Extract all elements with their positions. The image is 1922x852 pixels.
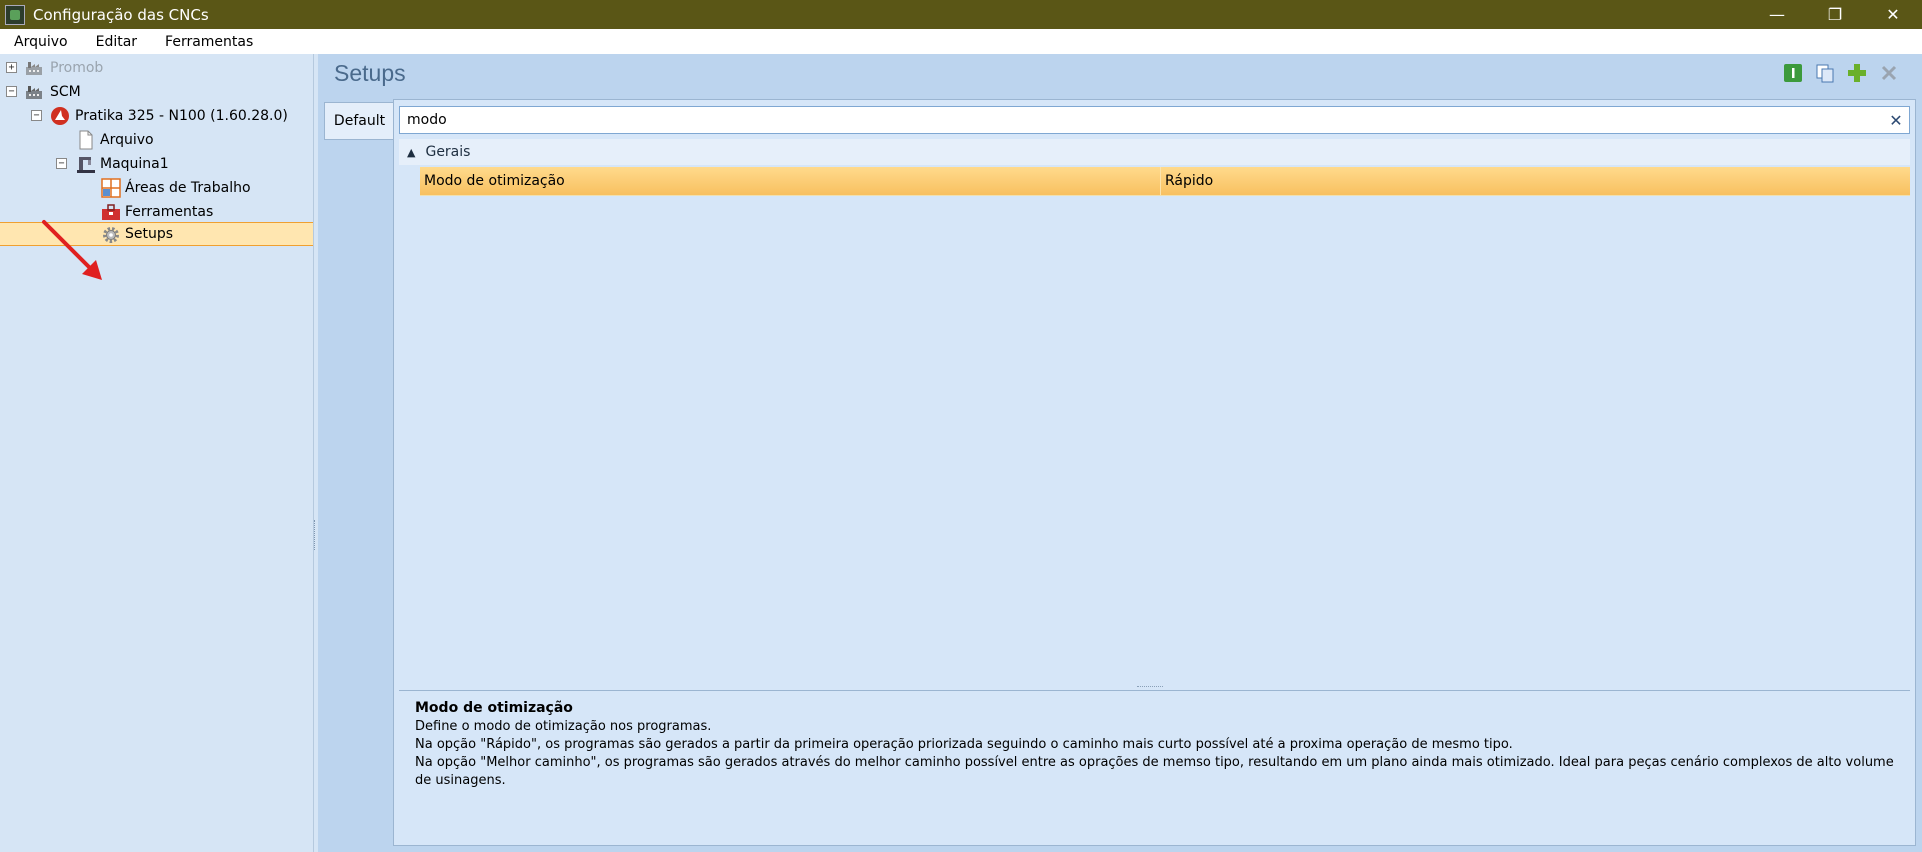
description-panel: Modo de otimização Define o modo de otim… bbox=[399, 686, 1910, 838]
tree-item-label: Maquina1 bbox=[100, 156, 169, 172]
group-label: Gerais bbox=[425, 144, 471, 160]
copy-icon bbox=[1816, 64, 1834, 83]
tree-item-label: Pratika 325 - N100 (1.60.28.0) bbox=[75, 108, 288, 124]
info-button[interactable] bbox=[1782, 62, 1804, 84]
tree-item-promob[interactable]: + Promob bbox=[0, 56, 313, 80]
tree-item-scm[interactable]: − SCM bbox=[0, 80, 313, 104]
page-title: Setups bbox=[334, 60, 406, 86]
tree-item-arquivo[interactable]: Arquivo bbox=[0, 128, 313, 152]
copy-button[interactable] bbox=[1814, 62, 1836, 84]
tab-default[interactable]: Default bbox=[324, 102, 394, 140]
close-icon bbox=[1881, 65, 1897, 81]
chevron-up-icon[interactable]: ▲ bbox=[407, 146, 415, 159]
add-button[interactable] bbox=[1846, 62, 1868, 84]
info-icon bbox=[1784, 64, 1802, 82]
tree-item-label: Arquivo bbox=[100, 132, 154, 148]
collapse-icon[interactable]: − bbox=[6, 86, 17, 97]
collapse-icon[interactable]: − bbox=[31, 110, 42, 121]
toolbar bbox=[1782, 62, 1900, 84]
tree-item-label: Ferramentas bbox=[125, 204, 214, 220]
app-icon bbox=[5, 4, 25, 25]
tree-item-maquina1[interactable]: − Maquina1 bbox=[0, 152, 313, 176]
clear-search-icon[interactable]: ✕ bbox=[1883, 111, 1909, 130]
expand-icon[interactable]: + bbox=[6, 62, 17, 73]
resize-handle[interactable] bbox=[1137, 686, 1163, 690]
menu-ferramentas[interactable]: Ferramentas bbox=[151, 34, 267, 50]
menu-editar[interactable]: Editar bbox=[82, 34, 151, 50]
description-line: Na opção "Rápido", os programas são gera… bbox=[415, 737, 1513, 752]
group-header[interactable]: ▲ Gerais bbox=[399, 139, 1910, 165]
description-title: Modo de otimização bbox=[415, 700, 573, 716]
collapse-icon[interactable]: − bbox=[56, 158, 67, 169]
tree-item-label: Setups bbox=[125, 226, 174, 242]
property-panel: ✕ ▲ Gerais Modo de otimização Rápido Mod… bbox=[393, 99, 1916, 846]
window-title: Configuração das CNCs bbox=[33, 5, 209, 24]
factory-icon bbox=[26, 62, 42, 75]
file-icon bbox=[79, 130, 93, 150]
menu-arquivo[interactable]: Arquivo bbox=[0, 34, 82, 50]
tree-item-label: Áreas de Trabalho bbox=[125, 180, 251, 196]
factory-icon bbox=[26, 86, 42, 99]
grid-layout-icon bbox=[101, 178, 121, 198]
tree-item-label: SCM bbox=[50, 84, 81, 100]
search-box: ✕ bbox=[399, 106, 1910, 134]
plus-icon bbox=[1848, 64, 1866, 82]
tree-panel: + Promob − SCM − Pratika 325 - N100 (1.6… bbox=[0, 54, 314, 852]
machine-logo-icon bbox=[51, 107, 69, 125]
machine-icon bbox=[77, 157, 95, 173]
close-button[interactable]: ✕ bbox=[1864, 0, 1922, 29]
property-row[interactable]: Modo de otimização Rápido bbox=[420, 167, 1910, 196]
search-input[interactable] bbox=[405, 108, 1883, 132]
content-area: Setups Default ✕ ▲ Gerais Modo de otimiz… bbox=[318, 54, 1922, 852]
title-bar: Configuração das CNCs — ❐ ✕ bbox=[0, 0, 1922, 29]
annotation-arrow-icon bbox=[42, 220, 102, 280]
tree-item-pratika[interactable]: − Pratika 325 - N100 (1.60.28.0) bbox=[0, 104, 313, 128]
menu-bar: Arquivo Editar Ferramentas bbox=[0, 29, 1922, 54]
tree-item-areas-de-trabalho[interactable]: Áreas de Trabalho bbox=[0, 176, 313, 200]
restore-button[interactable]: ❐ bbox=[1806, 0, 1864, 29]
property-name: Modo de otimização bbox=[420, 167, 1161, 195]
tree-item-label: Promob bbox=[50, 60, 104, 76]
property-value[interactable]: Rápido bbox=[1161, 173, 1213, 189]
description-line: Define o modo de otimização nos programa… bbox=[415, 719, 712, 734]
delete-button[interactable] bbox=[1878, 62, 1900, 84]
minimize-button[interactable]: — bbox=[1748, 0, 1806, 29]
description-line: Na opção "Melhor caminho", os programas … bbox=[415, 755, 1894, 788]
